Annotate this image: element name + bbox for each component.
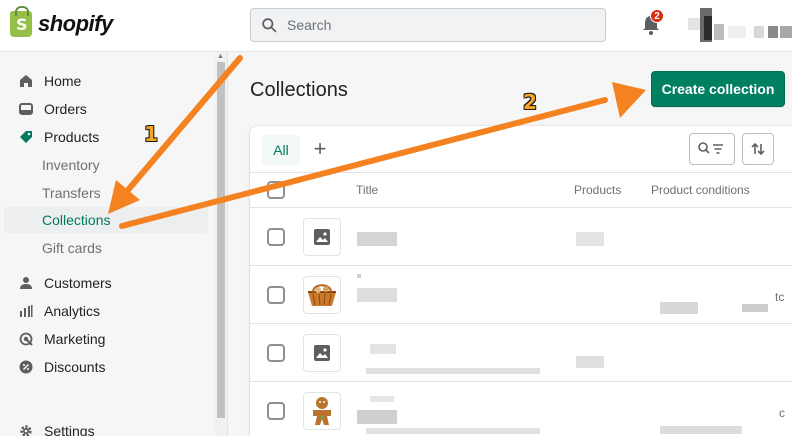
logo-letter: S <box>16 15 28 34</box>
sidebar-item-label: Settings <box>44 423 95 436</box>
gingerbread-product-image <box>303 392 341 430</box>
sidebar-item-label: Gift cards <box>42 240 102 256</box>
truncated-text: c <box>779 406 785 420</box>
sidebar-item-label: Transfers <box>42 185 101 201</box>
home-icon <box>18 73 34 89</box>
sidebar-item-label: Marketing <box>44 331 106 347</box>
sort-icon <box>751 142 765 156</box>
sidebar-item-transfers[interactable]: Transfers <box>4 180 208 206</box>
image-placeholder-icon <box>303 334 341 372</box>
column-header-products: Products <box>574 183 622 197</box>
sidebar-item-marketing[interactable]: Marketing <box>4 326 208 352</box>
row-checkbox[interactable] <box>267 344 285 362</box>
search-icon <box>262 17 277 32</box>
scroll-up-icon[interactable]: ▲ <box>217 53 224 60</box>
annotation-label-1: 1 <box>144 122 158 146</box>
row-checkbox[interactable] <box>267 286 285 304</box>
sidebar-item-inventory[interactable]: Inventory <box>4 152 208 178</box>
sidebar-item-label: Discounts <box>44 359 106 375</box>
redacted-conditions <box>660 302 698 314</box>
row-checkbox[interactable] <box>267 402 285 420</box>
shopify-bag-icon: S <box>10 6 32 37</box>
sidebar-item-discounts[interactable]: Discounts <box>4 354 208 380</box>
sidebar-item-gift-cards[interactable]: Gift cards <box>4 235 208 261</box>
redacted-product-count <box>576 356 604 368</box>
redacted-title <box>357 410 397 424</box>
shopify-logo[interactable]: S shopify <box>10 6 113 37</box>
sidebar-item-orders[interactable]: Orders <box>4 96 208 122</box>
sidebar-item-home[interactable]: Home <box>4 68 208 94</box>
sidebar-item-label: Orders <box>44 101 87 117</box>
redacted-title <box>357 232 397 246</box>
create-collection-button[interactable]: Create collection <box>651 71 785 107</box>
sidebar-item-collections[interactable]: Collections <box>4 207 208 233</box>
sidebar-item-label: Products <box>44 129 100 145</box>
sidebar-item-customers[interactable]: Customers <box>4 270 208 296</box>
account-menu[interactable] <box>688 8 792 42</box>
select-all-checkbox[interactable] <box>267 181 285 199</box>
search-bar[interactable] <box>250 8 606 42</box>
sidebar-item-label: Collections <box>42 212 111 228</box>
target-icon <box>18 331 34 347</box>
add-tab-button[interactable]: + <box>310 138 330 162</box>
search-filter-icon <box>698 142 723 154</box>
truncated-text: tc <box>775 290 785 304</box>
annotation-label-2: 2 <box>523 90 537 114</box>
redacted-title <box>370 344 396 354</box>
sidebar-item-settings[interactable]: Settings <box>4 418 208 436</box>
arrow-2-head <box>612 82 646 118</box>
redacted-title <box>357 288 397 302</box>
search-filter-button[interactable] <box>689 133 735 165</box>
notification-badge: 2 <box>650 9 664 23</box>
basket-product-image <box>303 276 341 314</box>
discount-icon <box>18 359 34 375</box>
sidebar-item-label: Home <box>44 73 82 89</box>
column-header-product-conditions: Product conditions <box>651 183 750 197</box>
column-header-title: Title <box>356 183 379 197</box>
page-title: Collections <box>250 79 348 101</box>
row-checkbox[interactable] <box>267 228 285 246</box>
sidebar-item-label: Analytics <box>44 303 101 319</box>
gear-icon <box>18 423 34 436</box>
redacted-conditions <box>660 426 742 434</box>
sidebar-item-label: Customers <box>44 275 112 291</box>
sidebar-item-products[interactable]: Products <box>4 124 208 150</box>
image-placeholder-icon <box>303 218 341 256</box>
person-icon <box>18 275 34 291</box>
tab-all[interactable]: All <box>262 135 300 165</box>
redacted-product-count <box>576 232 604 246</box>
tag-icon <box>18 129 34 145</box>
sidebar-scrollbar-thumb[interactable] <box>217 62 225 418</box>
search-input[interactable] <box>287 17 587 33</box>
sort-button[interactable] <box>742 133 774 165</box>
logo-text: shopify <box>38 11 113 36</box>
inbox-icon <box>18 101 34 117</box>
sidebar-item-label: Inventory <box>42 157 100 173</box>
sidebar-item-analytics[interactable]: Analytics <box>4 298 208 324</box>
top-bar: S shopify 2 <box>0 0 792 52</box>
bar-chart-icon <box>18 303 34 319</box>
